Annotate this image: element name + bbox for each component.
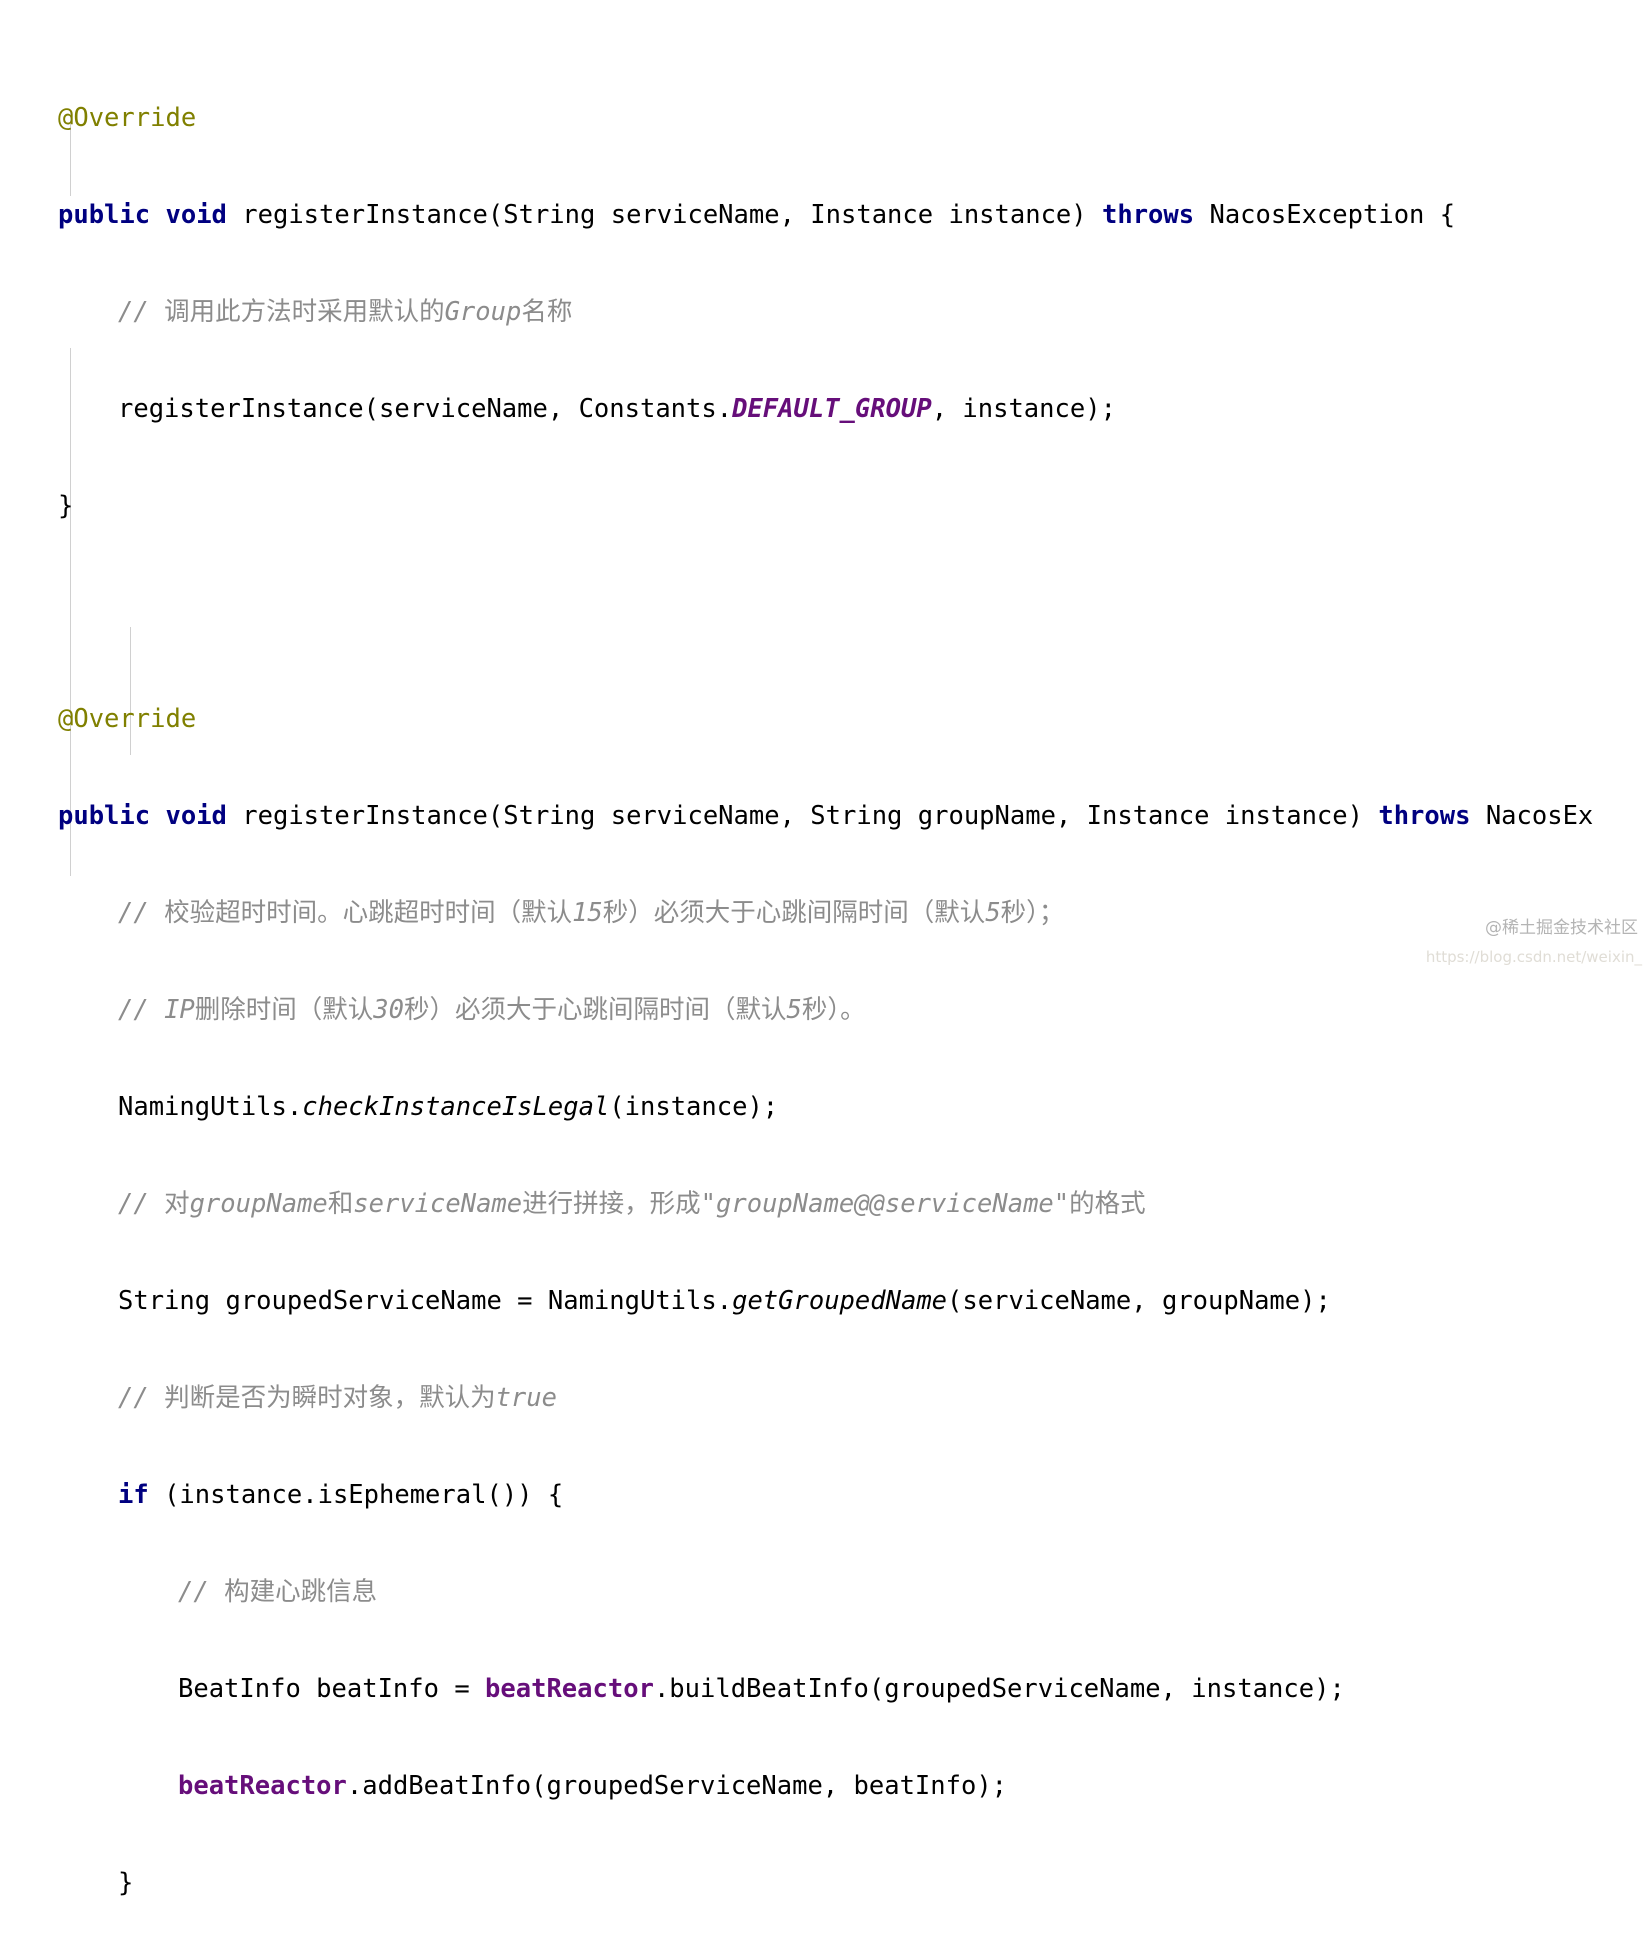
- check-prefix: NamingUtils.: [118, 1092, 303, 1122]
- comment-cjk-post: 名称: [521, 297, 573, 327]
- comment-slashes-ip: //: [118, 995, 165, 1025]
- code-line-add-beat-info: beatReactor.addBeatInfo(groupedServiceNa…: [0, 1766, 1652, 1806]
- code-line-check-instance-is-legal: NamingUtils.checkInstanceIsLegal(instanc…: [0, 1087, 1652, 1127]
- grouped-prefix: String groupedServiceName = NamingUtils.: [118, 1286, 733, 1316]
- comment-timeout-value-15: 15: [572, 898, 603, 928]
- keyword-void-2: void: [165, 801, 227, 831]
- comment-concat-cjk-b: 和: [327, 1189, 354, 1219]
- code-line-grouped-service-name: String groupedServiceName = NamingUtils.…: [0, 1281, 1652, 1321]
- keyword-public: public: [58, 200, 151, 230]
- code-line-call-register-instance: registerInstance(serviceName, Constants.…: [0, 389, 1652, 429]
- code-line-if-closing-brace: }: [0, 1863, 1652, 1903]
- field-beat-reactor: beatReactor: [485, 1674, 654, 1704]
- addbeat-suffix: .addBeatInfo(groupedServiceName, beatInf…: [346, 1771, 1008, 1801]
- code-line-comment-ephemeral: // 判断是否为瞬时对象，默认为true: [0, 1378, 1652, 1418]
- code-line-comment-concat: // 对groupName和serviceName进行拼接，形成"groupNa…: [0, 1184, 1652, 1224]
- exception-type-1: NacosException {: [1194, 200, 1456, 230]
- comment-ip-value-30: 30: [373, 995, 405, 1025]
- comment-ephemeral-true: true: [495, 1383, 557, 1413]
- annotation-override-2: @Override: [58, 704, 197, 734]
- comment-ephemeral-cjk: 判断是否为瞬时对象，默认为: [164, 1383, 496, 1413]
- code-screenshot: @Override public void registerInstance(S…: [0, 0, 1652, 1898]
- if-condition: (instance.isEphemeral()) {: [148, 1480, 564, 1510]
- method-check-instance-is-legal: checkInstanceIsLegal: [302, 1092, 610, 1122]
- comment-concat-service-name: serviceName: [353, 1189, 523, 1219]
- comment-ip-cjk-c: 秒）。: [801, 995, 866, 1025]
- keyword-throws-2: throws: [1378, 801, 1471, 831]
- comment-slashes-timeout: //: [118, 898, 165, 928]
- comment-timeout-cjk-b: 秒）必须大于心跳间隔时间（默认: [602, 898, 986, 928]
- code-line-comment-timeout: // 校验超时时间。心跳超时时间（默认15秒）必须大于心跳间隔时间（默认5秒）；: [0, 893, 1652, 933]
- code-line-signature-1: public void registerInstance(String serv…: [0, 195, 1652, 235]
- watermark-attribution: @稀土掘金技术社区: [1485, 918, 1638, 938]
- comment-ip-label: IP: [164, 995, 195, 1025]
- watermark-url: https://blog.csdn.net/weixin_: [1425, 948, 1642, 966]
- code-content: @Override public void registerInstance(S…: [0, 22, 1652, 1944]
- check-suffix: (instance);: [609, 1092, 779, 1122]
- comment-latin-group: Group: [444, 297, 522, 327]
- comment-slashes-build-beat: //: [178, 1577, 225, 1607]
- closing-brace-1: }: [58, 491, 74, 521]
- code-line-build-beat-info: BeatInfo beatInfo = beatReactor.buildBea…: [0, 1669, 1652, 1709]
- keyword-void: void: [165, 200, 227, 230]
- code-line-override-2: @Override: [0, 699, 1652, 739]
- comment-timeout-cjk-c: 秒）；: [1000, 898, 1065, 928]
- beatinfo-suffix: .buildBeatInfo(groupedServiceName, insta…: [653, 1674, 1345, 1704]
- code-line-comment-default-group: // 调用此方法时采用默认的Group名称: [0, 292, 1652, 332]
- annotation-override: @Override: [58, 103, 197, 133]
- comment-slashes-concat: //: [118, 1189, 165, 1219]
- code-line-closing-brace-1: }: [0, 486, 1652, 526]
- comment-build-beat-cjk: 构建心跳信息: [224, 1577, 378, 1607]
- code-line-if-ephemeral: if (instance.isEphemeral()) {: [0, 1475, 1652, 1515]
- code-line-comment-build-beat: // 构建心跳信息: [0, 1572, 1652, 1612]
- code-line-signature-2: public void registerInstance(String serv…: [0, 796, 1652, 836]
- keyword-public-2: public: [58, 801, 151, 831]
- field-beat-reactor-2: beatReactor: [178, 1771, 347, 1801]
- method-get-grouped-name: getGroupedName: [732, 1286, 948, 1316]
- comment-slashes-ephemeral: //: [118, 1383, 165, 1413]
- comment-ip-cjk-a: 删除时间（默认: [194, 995, 374, 1025]
- call-suffix: , instance);: [931, 394, 1116, 424]
- constant-default-group: DEFAULT_GROUP: [732, 394, 932, 424]
- comment-concat-cjk-a: 对: [164, 1189, 190, 1219]
- comment-concat-format: "groupName@@serviceName": [700, 1189, 1070, 1219]
- comment-concat-cjk-d: 的格式: [1069, 1189, 1146, 1219]
- comment-cjk-pre: 调用此方法时采用默认的: [164, 297, 445, 327]
- method-signature-params-2: registerInstance(String serviceName, Str…: [226, 801, 1379, 831]
- comment-ip-value-5: 5: [786, 995, 802, 1025]
- comment-concat-group-name: groupName: [189, 1189, 328, 1219]
- exception-type-2-truncated: NacosEx: [1470, 801, 1594, 831]
- comment-ip-cjk-b: 秒）必须大于心跳间隔时间（默认: [404, 995, 787, 1025]
- comment-timeout-value-5: 5: [985, 898, 1001, 928]
- comment-slashes: //: [118, 297, 165, 327]
- if-closing-brace: }: [118, 1868, 134, 1898]
- method-signature-params-1: registerInstance(String serviceName, Ins…: [226, 200, 1102, 230]
- code-line-comment-ip-delete: // IP删除时间（默认30秒）必须大于心跳间隔时间（默认5秒）。: [0, 990, 1652, 1030]
- call-prefix: registerInstance(serviceName, Constants.: [118, 394, 733, 424]
- comment-concat-cjk-c: 进行拼接，形成: [522, 1189, 701, 1219]
- grouped-suffix: (serviceName, groupName);: [947, 1286, 1331, 1316]
- beatinfo-prefix: BeatInfo beatInfo =: [178, 1674, 486, 1704]
- space-2: [150, 801, 165, 831]
- comment-timeout-cjk-a: 校验超时时间。心跳超时时间（默认: [164, 898, 573, 928]
- keyword-throws: throws: [1102, 200, 1195, 230]
- code-line-override-1: @Override: [0, 98, 1652, 138]
- keyword-if: if: [118, 1480, 149, 1510]
- space-1: [150, 200, 165, 230]
